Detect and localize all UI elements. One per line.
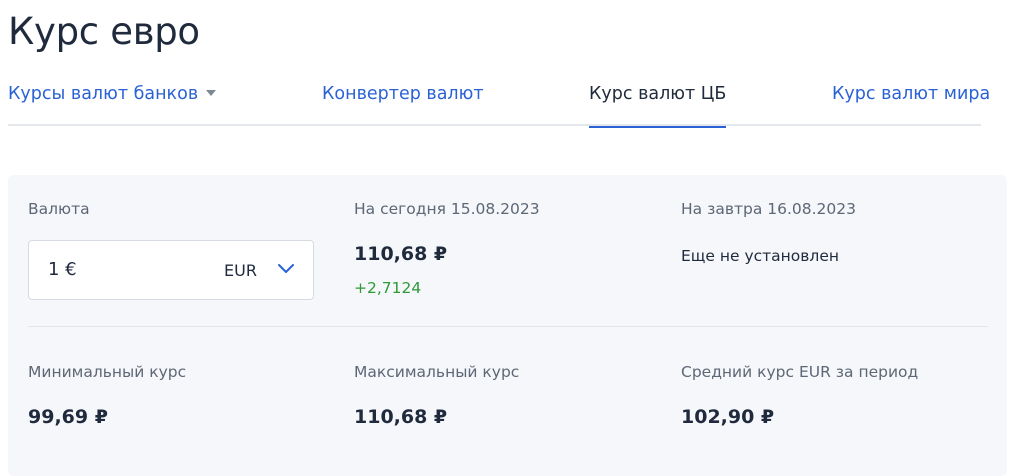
tab-bank-rates-label: Курсы валют банков [8, 84, 199, 104]
tomorrow-status: Еще не установлен [681, 247, 840, 265]
tab-world-rates[interactable]: Курс валют мира [832, 84, 990, 126]
currency-select[interactable]: 1 € EUR [28, 240, 314, 300]
currency-label: Валюта [28, 200, 90, 218]
max-rate-label: Максимальный курс [354, 363, 520, 381]
min-rate-value: 99,69 ₽ [28, 406, 108, 428]
today-value: 110,68 ₽ [354, 243, 448, 265]
tabs-bar: Курсы валют банков Конвертер валют Курс … [8, 84, 990, 128]
tab-cb-rates-label: Курс валют ЦБ [589, 84, 727, 104]
avg-rate-label: Средний курс EUR за период [681, 363, 919, 381]
rates-card: Валюта 1 € EUR На сегодня 15.08.2023 110… [8, 175, 1007, 476]
tab-world-rates-label: Курс валют мира [832, 84, 991, 104]
chevron-down-icon [278, 264, 294, 273]
tomorrow-label: На завтра 16.08.2023 [681, 200, 856, 218]
currency-amount: 1 € [48, 259, 77, 280]
tab-cb-rates[interactable]: Курс валют ЦБ [589, 84, 727, 128]
currency-code: EUR [224, 261, 257, 280]
max-rate-value: 110,68 ₽ [354, 406, 448, 428]
avg-rate-value: 102,90 ₽ [681, 406, 775, 428]
divider [28, 326, 988, 327]
tab-converter-label: Конвертер валют [322, 84, 484, 104]
tab-bank-rates[interactable]: Курсы валют банков [8, 84, 217, 126]
caret-down-icon [206, 90, 217, 96]
page-title: Курс евро [8, 10, 200, 53]
today-change: +2,7124 [354, 279, 422, 297]
min-rate-label: Минимальный курс [28, 363, 187, 381]
today-label: На сегодня 15.08.2023 [354, 200, 540, 218]
tab-converter[interactable]: Конвертер валют [322, 84, 484, 126]
